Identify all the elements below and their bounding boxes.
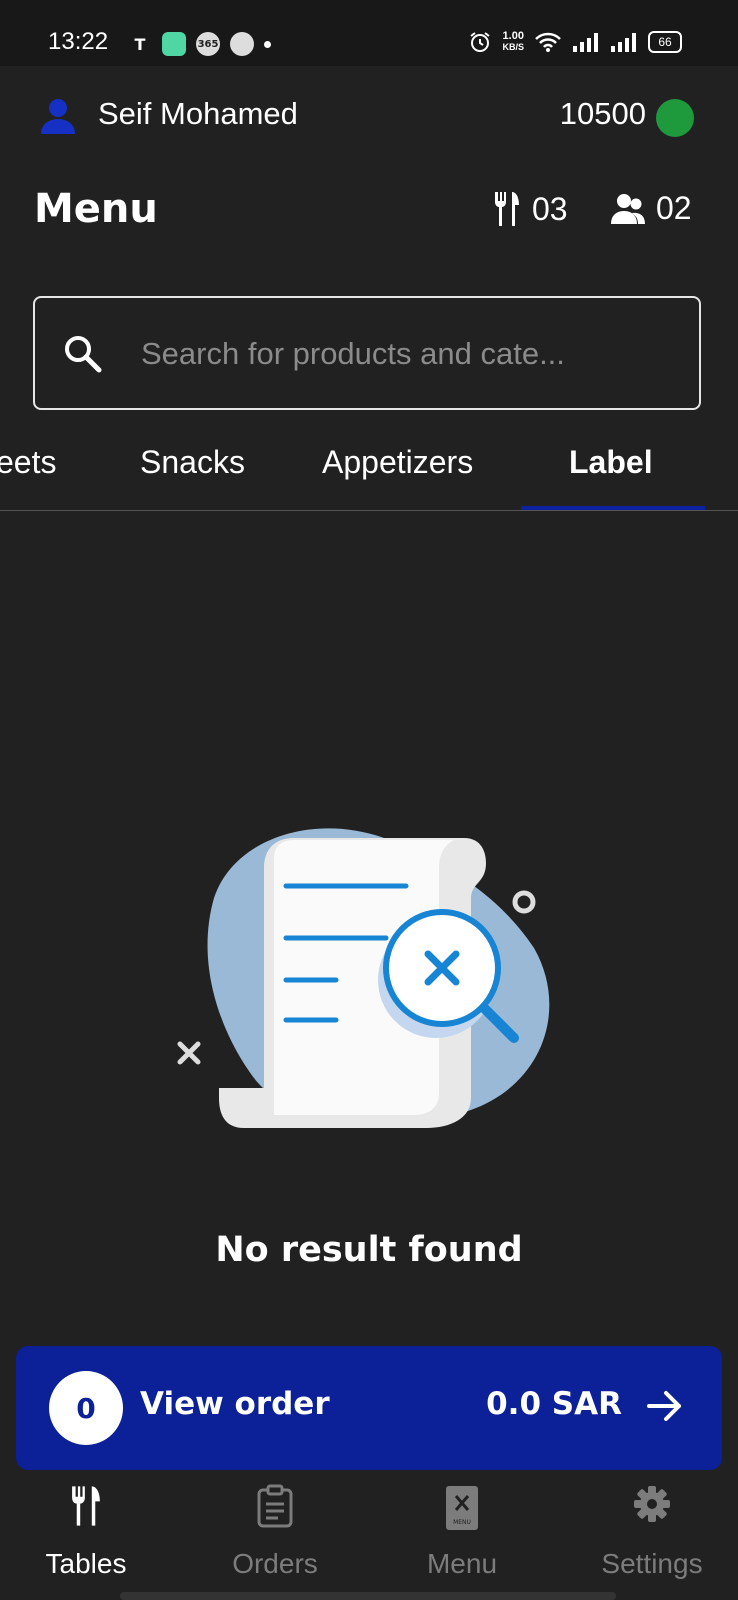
nav-settings-label: Settings	[601, 1548, 703, 1579]
page-title: Menu	[34, 186, 158, 232]
notification-icons: T 365	[128, 32, 271, 56]
tab-sweets[interactable]: eets	[0, 444, 56, 481]
teams-icon: T	[134, 34, 146, 54]
menu-book-icon: MENU	[446, 1486, 478, 1530]
mosque-icon	[230, 32, 254, 56]
tables-count: 03	[492, 190, 568, 228]
fork-knife-icon	[72, 1486, 100, 1526]
tables-count-value: 03	[532, 190, 568, 227]
nav-orders[interactable]: Orders	[183, 1476, 367, 1586]
nav-tables-label: Tables	[45, 1548, 127, 1579]
nav-settings[interactable]: Settings	[560, 1476, 738, 1586]
wifi-icon	[535, 32, 561, 52]
menu-book-caption: MENU	[453, 1519, 471, 1526]
nav-orders-label: Orders	[232, 1548, 318, 1579]
search-box[interactable]	[33, 296, 701, 410]
view-order-label: View order	[140, 1386, 330, 1422]
empty-state-message: No result found	[215, 1230, 523, 1270]
active-tab-indicator	[521, 506, 705, 510]
fork-knife-icon	[495, 192, 519, 226]
app-icon	[162, 32, 186, 56]
status-indicators: 1.00 KB/S 66	[468, 30, 682, 54]
online-status-dot	[656, 99, 694, 137]
tab-appetizers[interactable]: Appetizers	[322, 444, 473, 481]
order-item-count: 0	[49, 1371, 123, 1445]
guests-count: 02	[610, 190, 692, 227]
battery-level: 66	[658, 35, 672, 49]
balance-value: 10500	[559, 96, 646, 131]
bottom-navigation: Tables Orders MENU Menu Settings	[0, 1476, 738, 1600]
tab-snacks[interactable]: Snacks	[140, 444, 245, 481]
office365-icon: 365	[196, 32, 220, 56]
nav-menu[interactable]: MENU Menu	[370, 1476, 554, 1586]
signal-icon-2	[611, 33, 636, 52]
battery-icon: 66	[648, 31, 682, 53]
view-order-button[interactable]: 0 View order 0.0 SAR	[16, 1346, 722, 1470]
more-notifications-dot	[264, 40, 271, 48]
net-speed-value: 1.00	[502, 30, 524, 42]
status-bar: 13:22 T 365 1.00 KB/S 66	[0, 0, 738, 66]
nav-menu-label: Menu	[426, 1548, 498, 1579]
no-results-illustration	[177, 828, 550, 1128]
user-header: Seif Mohamed 10500	[0, 90, 738, 140]
home-indicator	[120, 1592, 616, 1600]
tab-label[interactable]: Label	[569, 444, 653, 481]
user-icon	[41, 99, 75, 134]
title-row: Menu 03 02	[0, 180, 738, 240]
guests-count-value: 02	[656, 190, 692, 226]
category-tabs: eets Snacks Appetizers Label	[0, 430, 738, 511]
gear-icon	[634, 1486, 670, 1522]
users-icon	[611, 193, 645, 224]
nav-tables[interactable]: Tables	[0, 1476, 178, 1586]
clipboard-icon	[257, 1484, 293, 1528]
order-total: 0.0 SAR	[486, 1386, 622, 1422]
search-icon	[65, 336, 102, 373]
network-speed: 1.00 KB/S	[502, 31, 524, 53]
alarm-icon	[470, 32, 491, 52]
status-time: 13:22	[48, 28, 109, 55]
arrow-right-icon	[647, 1391, 681, 1421]
net-speed-unit: KB/S	[502, 42, 524, 52]
search-input[interactable]	[139, 326, 673, 382]
user-name: Seif Mohamed	[98, 96, 298, 131]
signal-icon	[573, 33, 598, 52]
